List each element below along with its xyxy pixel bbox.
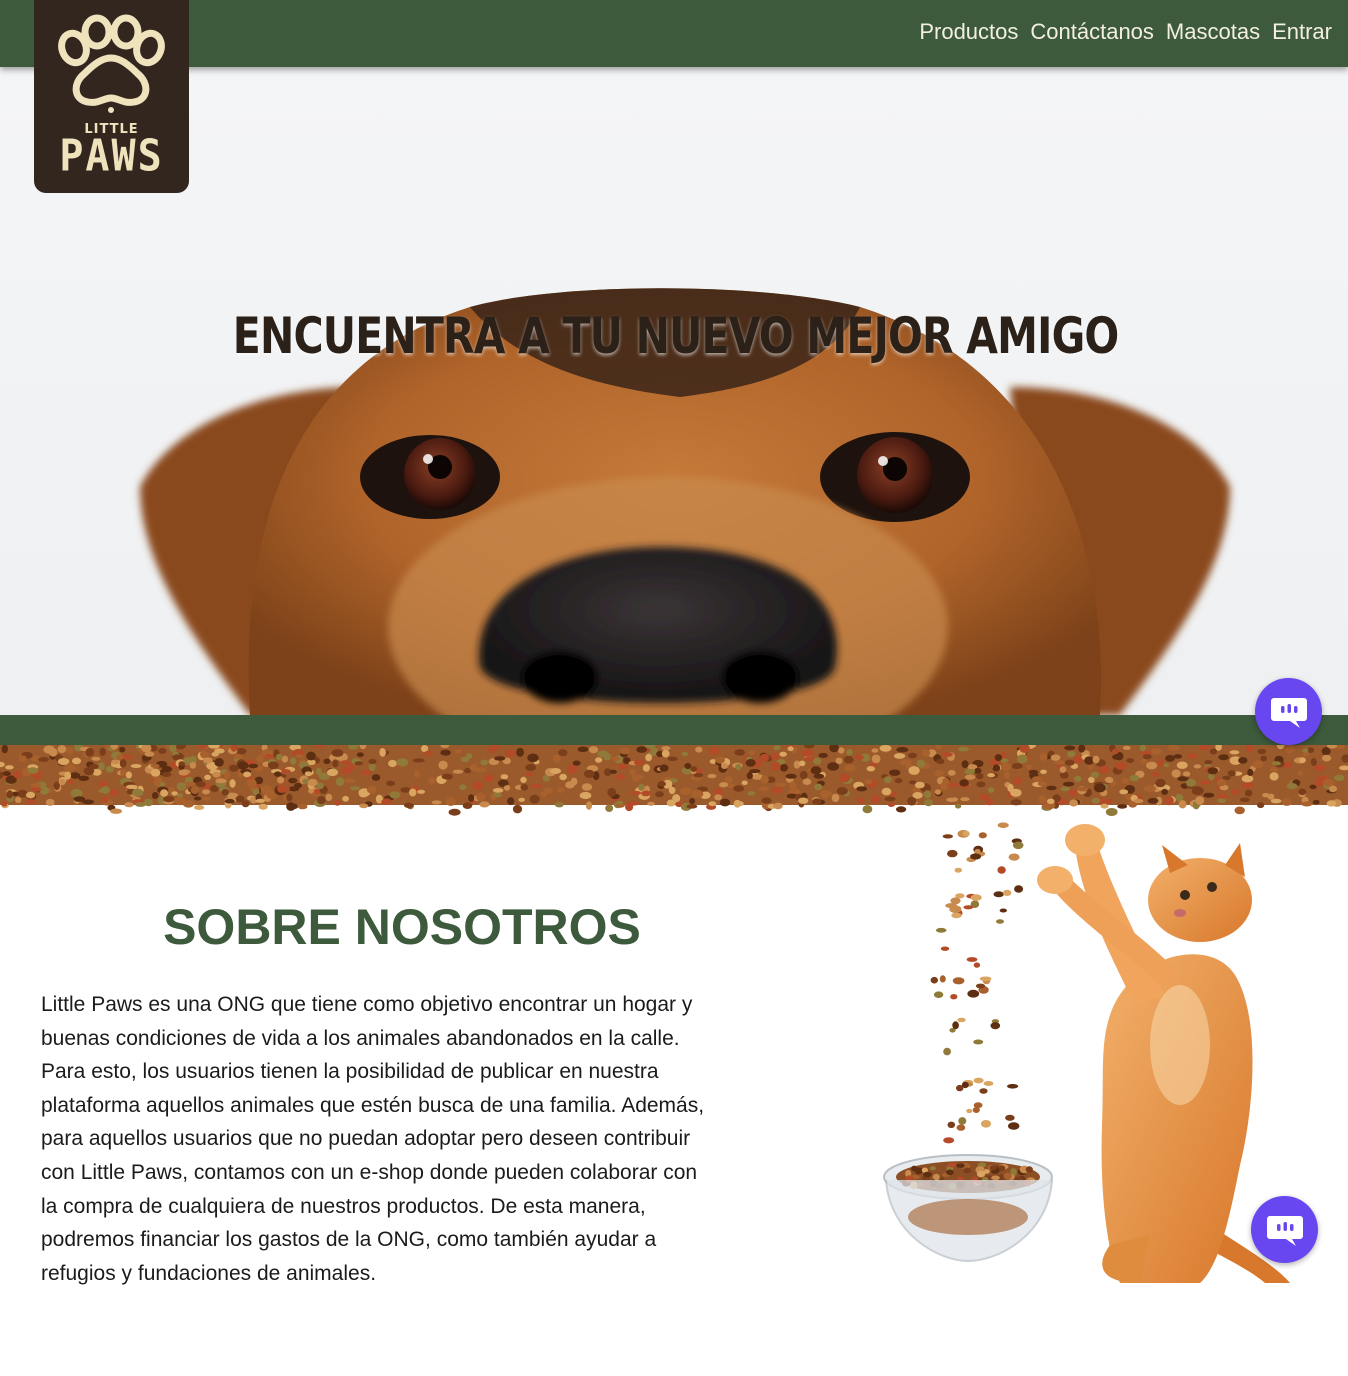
about-line: para aquellos usuarios que no puedan ado… <box>41 1127 691 1151</box>
hero-dog-image <box>140 288 1230 715</box>
hero-banner: ENCUENTRA A TU NUEVO MEJOR AMIGO <box>0 67 1348 715</box>
brand-name-big: PAWS <box>59 130 164 182</box>
about-paragraph: Little Paws es una ONG que tiene como ob… <box>41 988 761 1290</box>
about-line: Para esto, los usuarios tienen la posibi… <box>41 1060 659 1084</box>
paw-icon <box>58 14 165 113</box>
chat-button[interactable] <box>1251 1196 1318 1263</box>
about-line: plataforma aquellos animales que estén b… <box>41 1093 705 1117</box>
chat-button[interactable] <box>1255 678 1322 745</box>
about-line: la compra de cualquiera de nuestros prod… <box>41 1194 646 1218</box>
top-navbar: Productos Contáctanos Mascotas Entrar <box>0 0 1348 67</box>
main-nav: Productos Contáctanos Mascotas Entrar <box>919 18 1332 46</box>
brand-logo[interactable]: LITTLE PAWS <box>34 0 189 193</box>
nav-link-productos[interactable]: Productos <box>919 18 1018 46</box>
nav-link-contactanos[interactable]: Contáctanos <box>1030 18 1154 46</box>
about-line: podremos financiar los gastos de la ONG,… <box>41 1228 657 1252</box>
about-line: con Little Paws, contamos con un e-shop … <box>41 1160 698 1184</box>
nav-link-mascotas[interactable]: Mascotas <box>1166 18 1260 46</box>
about-line: buenas condiciones de vida a los animale… <box>41 1026 680 1050</box>
chat-icon <box>1267 1216 1303 1246</box>
about-line: Little Paws es una ONG que tiene como ob… <box>41 993 693 1016</box>
chat-icon <box>1271 698 1307 728</box>
hero-title: ENCUENTRA A TU NUEVO MEJOR AMIGO <box>232 307 1119 365</box>
green-divider <box>0 715 1348 745</box>
about-title: SOBRE NOSOTROS <box>163 899 641 955</box>
about-line: refugios y fundaciones de animales. <box>41 1261 377 1285</box>
nav-link-entrar[interactable]: Entrar <box>1272 18 1332 46</box>
